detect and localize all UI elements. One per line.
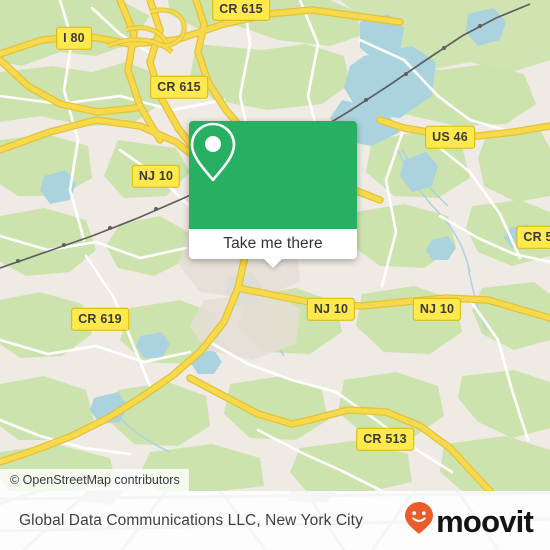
place-title: Global Data Communications LLC, New York… [19, 511, 363, 529]
road-shield-i-80: I 80 [56, 26, 92, 50]
moovit-pin-icon [404, 501, 434, 540]
road-shield-us-46: US 46 [425, 125, 475, 149]
road-shield-cr-5-clipped: CR 5 [516, 225, 550, 249]
footer-bar: Global Data Communications LLC, New York… [0, 491, 550, 550]
osm-attribution-text: © OpenStreetMap contributors [10, 473, 180, 487]
road-shield-nj-10-west: NJ 10 [131, 164, 181, 188]
road-shield-cr-615-south: CR 615 [150, 75, 208, 99]
road-shield-nj-10-center: NJ 10 [306, 297, 356, 321]
road-shield-cr-615-north: CR 615 [212, 0, 270, 21]
road-shield-cr-619: CR 619 [71, 307, 129, 331]
road-shield-nj-10-east: NJ 10 [412, 297, 462, 321]
moovit-place-map-screenshot: CR 615 I 80 CR 615 US 46 NJ 10 CR 5 NJ 1… [0, 0, 550, 550]
popup-header [189, 121, 357, 229]
moovit-logo[interactable]: moovit [404, 491, 534, 550]
take-me-there-label: Take me there [223, 235, 323, 252]
take-me-there-button[interactable]: Take me there [189, 229, 357, 259]
osm-attribution[interactable]: © OpenStreetMap contributors [0, 469, 189, 491]
place-popup-card[interactable]: Take me there [189, 121, 357, 268]
moovit-wordmark: moovit [436, 504, 534, 539]
road-shield-cr-513: CR 513 [356, 427, 414, 451]
map-canvas[interactable]: CR 615 I 80 CR 615 US 46 NJ 10 CR 5 NJ 1… [0, 0, 550, 491]
popup-pointer-tail [263, 258, 283, 268]
